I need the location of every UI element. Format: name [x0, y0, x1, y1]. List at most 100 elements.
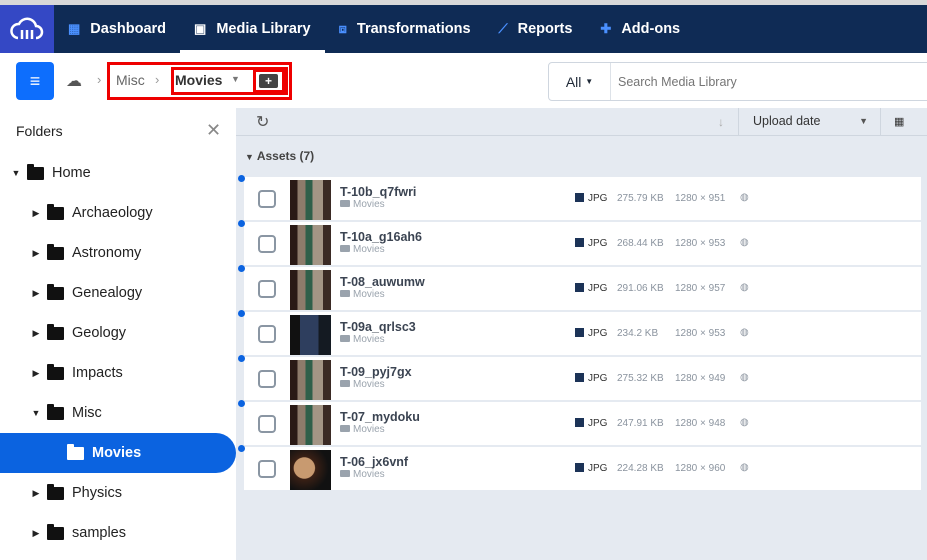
asset-folder-label: Movies — [353, 379, 385, 390]
asset-row[interactable]: T-09_pyj7gx Movies JPG 275.32 KB 1280 × 949 ◍ — [238, 355, 921, 401]
asset-type: JPG — [575, 373, 607, 384]
asset-thumbnail[interactable] — [290, 315, 331, 355]
dashboard-icon: ▦ — [68, 21, 81, 36]
caret-right-icon[interactable]: ▶ — [31, 288, 41, 299]
asset-name[interactable]: T-08_auwumw — [340, 275, 425, 289]
sort-direction-icon[interactable]: ↓ — [718, 115, 724, 129]
nav-media-library[interactable]: ▣ Media Library — [180, 5, 325, 53]
search-bar: All ▼ — [548, 62, 927, 101]
asset-name[interactable]: T-09_pyj7gx — [340, 365, 412, 379]
asset-folder: Movies — [340, 334, 385, 345]
asset-thumbnail[interactable] — [290, 405, 331, 445]
asset-row[interactable]: T-08_auwumw Movies JPG 291.06 KB 1280 × 957 ◍ — [238, 265, 921, 311]
select-checkbox[interactable] — [258, 370, 276, 388]
grid-view-icon[interactable]: ▦ — [894, 115, 904, 128]
asset-thumbnail[interactable] — [290, 180, 331, 220]
transformations-icon: ⧈ — [338, 21, 347, 36]
folder-icon — [340, 290, 350, 297]
breadcrumb-movies[interactable]: Movies — [175, 72, 222, 88]
asset-folder-label: Movies — [353, 289, 385, 300]
folder-icon — [47, 323, 64, 340]
select-checkbox[interactable] — [258, 190, 276, 208]
menu-button[interactable]: ≡ — [16, 62, 54, 100]
asset-row[interactable]: T-06_jx6vnf Movies JPG 224.28 KB 1280 × 960 ◍ — [238, 445, 921, 491]
hamburger-icon: ≡ — [29, 70, 41, 91]
search-input[interactable] — [611, 74, 911, 89]
nav-label: Reports — [517, 21, 573, 37]
asset-name[interactable]: T-07_mydoku — [340, 410, 420, 424]
caret-down-icon[interactable]: ▼ — [31, 408, 41, 418]
folder-movies[interactable]: Movies — [0, 433, 236, 473]
chevron-down-icon: ▼ — [585, 77, 594, 86]
globe-icon: ◍ — [740, 372, 749, 383]
folder-genealogy[interactable]: ▶ Genealogy — [0, 273, 236, 313]
sort-dropdown[interactable]: Upload date ▼ — [738, 108, 881, 135]
nav-transformations[interactable]: ⧈ Transformations — [325, 5, 485, 53]
asset-name[interactable]: T-10a_g16ah6 — [340, 230, 422, 244]
caret-right-icon[interactable]: ▶ — [31, 488, 41, 499]
folder-label: samples — [72, 525, 126, 541]
caret-right-icon[interactable]: ▶ — [31, 328, 41, 339]
add-folder-icon[interactable]: + — [259, 74, 278, 88]
breadcrumb-misc[interactable]: Misc — [116, 72, 145, 88]
asset-type-label: JPG — [588, 328, 608, 339]
folder-archaeology[interactable]: ▶ Archaeology — [0, 193, 236, 233]
folder-astronomy[interactable]: ▶ Astronomy — [0, 233, 236, 273]
select-checkbox[interactable] — [258, 235, 276, 253]
asset-size: 291.06 KB — [617, 283, 664, 294]
new-indicator-dot — [238, 355, 245, 362]
caret-right-icon[interactable]: ▶ — [31, 208, 41, 219]
asset-folder: Movies — [340, 469, 385, 480]
asset-row[interactable]: T-09a_qrlsc3 Movies JPG 234.2 KB 1280 × 953 ◍ — [238, 310, 921, 356]
select-checkbox[interactable] — [258, 325, 276, 343]
folder-samples[interactable]: ▶ samples — [0, 513, 236, 553]
folder-label: Genealogy — [72, 285, 143, 301]
asset-type: JPG — [575, 328, 607, 339]
folder-label: Misc — [72, 405, 102, 421]
nav-label: Dashboard — [90, 21, 167, 37]
asset-folder-label: Movies — [353, 469, 385, 480]
asset-name[interactable]: T-06_jx6vnf — [340, 455, 408, 469]
folder-physics[interactable]: ▶ Physics — [0, 473, 236, 513]
caret-right-icon[interactable]: ▶ — [31, 368, 41, 379]
select-checkbox[interactable] — [258, 460, 276, 478]
nav-add-ons[interactable]: ✚ Add-ons — [586, 5, 694, 53]
chevron-down-icon[interactable]: ▼ — [231, 74, 240, 84]
cloudinary-logo[interactable] — [0, 5, 54, 53]
asset-row[interactable]: T-10a_g16ah6 Movies JPG 268.44 KB 1280 × 953… — [238, 220, 921, 266]
asset-row[interactable]: T-10b_q7fwri Movies JPG 275.79 KB 1280 × 951… — [238, 175, 921, 221]
image-icon — [575, 373, 584, 382]
filter-dropdown[interactable]: All ▼ — [549, 63, 611, 100]
asset-type-label: JPG — [588, 193, 608, 204]
asset-folder-label: Movies — [353, 424, 385, 435]
folder-geology[interactable]: ▶ Geology — [0, 313, 236, 353]
caret-right-icon[interactable]: ▶ — [31, 528, 41, 539]
asset-row[interactable]: T-07_mydoku Movies JPG 247.91 KB 1280 × 948 ◍ — [238, 400, 921, 446]
refresh-icon[interactable]: ↻ — [256, 112, 269, 132]
globe-icon: ◍ — [740, 282, 749, 293]
folders-sidebar: Folders ✕ ▼ Home ▶ Archaeology ▶ Astronomy … — [0, 108, 236, 560]
asset-name[interactable]: T-10b_q7fwri — [340, 185, 416, 199]
folder-misc[interactable]: ▼ Misc — [0, 393, 236, 433]
asset-thumbnail[interactable] — [290, 450, 331, 490]
assets-group-toggle[interactable]: ▼ Assets (7) — [245, 149, 314, 163]
asset-thumbnail[interactable] — [290, 360, 331, 400]
nav-reports[interactable]: ⟋ Reports — [485, 5, 587, 53]
cloud-root-icon[interactable]: ☁ — [66, 71, 82, 91]
close-icon[interactable]: ✕ — [206, 120, 221, 141]
select-checkbox[interactable] — [258, 415, 276, 433]
asset-thumbnail[interactable] — [290, 270, 331, 310]
caret-down-icon[interactable]: ▼ — [11, 168, 21, 178]
asset-folder-label: Movies — [353, 199, 385, 210]
folder-label: Impacts — [72, 365, 123, 381]
nav-dashboard[interactable]: ▦ Dashboard — [54, 5, 180, 53]
folder-home[interactable]: ▼ Home — [0, 153, 236, 193]
asset-name[interactable]: T-09a_qrlsc3 — [340, 320, 416, 334]
folder-impacts[interactable]: ▶ Impacts — [0, 353, 236, 393]
folder-icon — [47, 283, 64, 300]
select-checkbox[interactable] — [258, 280, 276, 298]
asset-thumbnail[interactable] — [290, 225, 331, 265]
asset-size: 268.44 KB — [617, 238, 664, 249]
asset-folder-label: Movies — [353, 334, 385, 345]
caret-right-icon[interactable]: ▶ — [31, 248, 41, 259]
